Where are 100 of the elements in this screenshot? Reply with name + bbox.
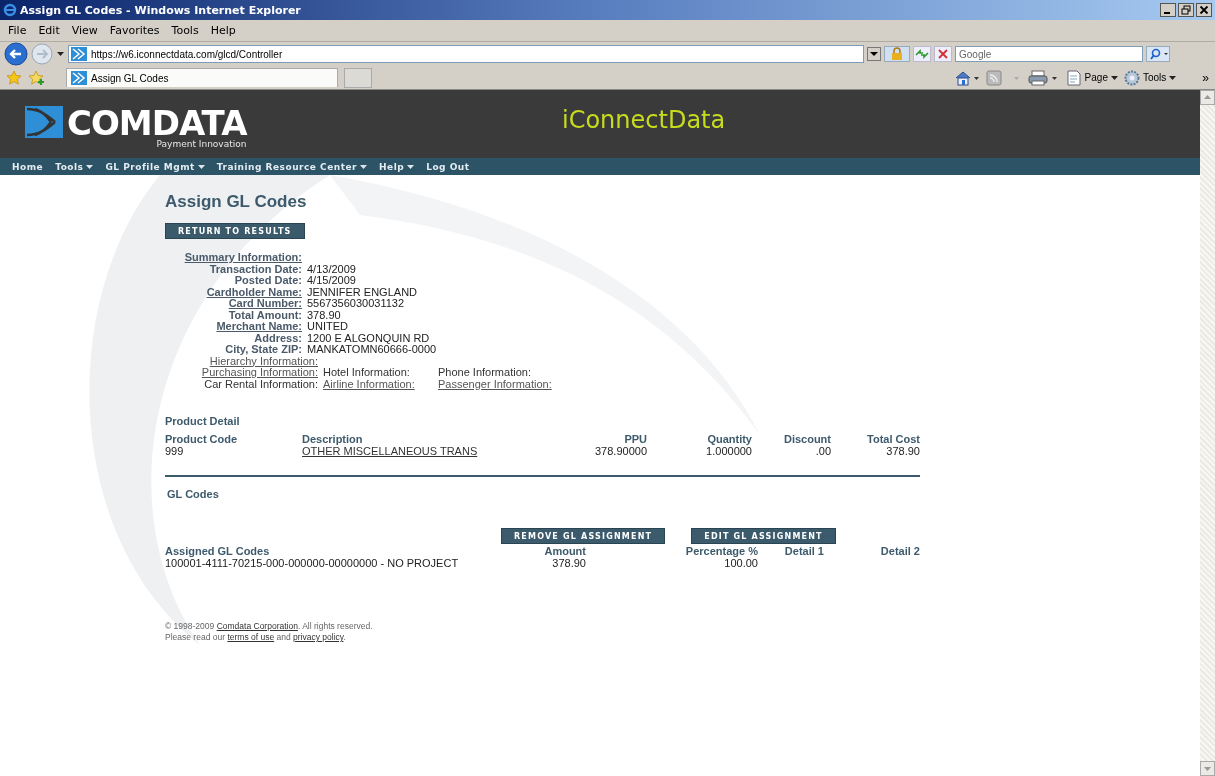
copyright-text: © 1998-2009 Comdata Corporation. All rights reserved. bbox=[165, 621, 374, 632]
table-cell-text: .00 bbox=[814, 445, 831, 457]
table-cell-text: 378.90000 bbox=[594, 445, 647, 457]
page-title: Assign GL Codes bbox=[165, 192, 308, 212]
field-value: UNITED bbox=[307, 321, 349, 333]
scroll-up-icon[interactable] bbox=[1200, 90, 1215, 105]
page-icon bbox=[1065, 69, 1082, 86]
caret-icon bbox=[360, 164, 368, 169]
menu-item[interactable]: View bbox=[65, 24, 104, 37]
column-header: PPU bbox=[623, 433, 647, 445]
column-header: Product Code bbox=[165, 433, 239, 445]
print-icon[interactable] bbox=[1027, 69, 1060, 86]
column-header: Description bbox=[302, 433, 364, 445]
scrollbar[interactable] bbox=[1200, 90, 1215, 776]
info-label: Phone Information: bbox=[438, 367, 532, 379]
logo-mark-icon bbox=[25, 106, 63, 138]
restore-icon[interactable] bbox=[1178, 3, 1194, 17]
field-value: 378.90 bbox=[307, 309, 342, 321]
field-link[interactable]: Card Number: bbox=[228, 298, 302, 310]
menu-item[interactable]: Favorites bbox=[103, 24, 166, 37]
column-header: Detail 2 bbox=[879, 545, 920, 557]
search-icon[interactable] bbox=[1146, 46, 1170, 62]
info-label: Car Rental Information: bbox=[204, 378, 318, 390]
browser-tab[interactable]: Assign GL Codes bbox=[66, 68, 338, 87]
dropdown-icon[interactable] bbox=[867, 47, 881, 61]
table-cell-text: 1.000000 bbox=[705, 445, 752, 457]
field-link[interactable]: Merchant Name: bbox=[216, 321, 302, 333]
caret-icon bbox=[197, 164, 205, 169]
site-logo-icon bbox=[71, 71, 87, 85]
window-title: Assign GL Codes - Windows Internet Explorer bbox=[20, 3, 302, 17]
menu-item[interactable]: Edit bbox=[32, 24, 66, 37]
nav-item[interactable]: Home bbox=[12, 161, 44, 172]
field-label: City, State ZIP: bbox=[225, 344, 302, 356]
field-value: 4/15/2009 bbox=[307, 275, 357, 287]
edit-button[interactable]: EDIT GL ASSIGNMENT bbox=[691, 528, 836, 544]
menu-item[interactable]: Tools bbox=[165, 24, 205, 37]
column-header: Total Cost bbox=[866, 433, 920, 445]
page-menu[interactable]: Page bbox=[1065, 69, 1118, 86]
caret-icon bbox=[1110, 75, 1118, 80]
brand-name: COMDATA bbox=[67, 106, 247, 140]
info-link[interactable]: Airline Information: bbox=[323, 378, 433, 390]
info-link[interactable]: Purchasing Information: bbox=[201, 367, 318, 379]
menu-item[interactable]: File bbox=[2, 24, 33, 37]
column-header: Quantity bbox=[706, 433, 752, 445]
field-value: JENNIFER ENGLAND bbox=[307, 286, 419, 298]
dropdown-icon[interactable] bbox=[56, 51, 65, 57]
field-link[interactable]: Cardholder Name: bbox=[206, 286, 302, 298]
table-cell-text: 378.90 bbox=[885, 445, 920, 457]
info-link[interactable]: Passenger Information: bbox=[438, 378, 565, 390]
table-cell-text: 100.00 bbox=[723, 557, 758, 569]
return-button[interactable]: RETURN TO RESULTS bbox=[165, 223, 305, 239]
footer-link[interactable]: Comdata Corporation bbox=[216, 621, 298, 631]
column-header: Discount bbox=[782, 433, 831, 445]
field-label: Total Amount: bbox=[228, 309, 302, 321]
remove-button[interactable]: REMOVE GL ASSIGNMENT bbox=[501, 528, 666, 544]
star-icon[interactable] bbox=[6, 69, 22, 86]
summary-link[interactable]: Summary Information: bbox=[184, 252, 302, 264]
nav-item[interactable]: Training Resource Center bbox=[216, 161, 368, 172]
search-field[interactable]: Google bbox=[955, 46, 1143, 62]
caret-icon bbox=[86, 164, 94, 169]
field-value: 1200 E ALGONQUIN RD bbox=[307, 332, 431, 344]
table-cell-text: 100001-4111-70215-000-000000-00000000 - NO PROJECT bbox=[165, 557, 460, 569]
footer-link[interactable]: terms of use bbox=[227, 632, 275, 642]
column-header: Percentage % bbox=[684, 545, 758, 557]
stop-icon[interactable] bbox=[934, 46, 952, 62]
footer-text: Please read our terms of use and privacy policy. bbox=[165, 632, 347, 643]
add-favorite-icon[interactable] bbox=[28, 69, 46, 86]
info-label: Hotel Information: bbox=[323, 367, 411, 379]
caret-icon bbox=[1169, 75, 1177, 80]
gear-icon bbox=[1123, 69, 1140, 86]
table-cell-text: 378.90 bbox=[551, 557, 586, 569]
back-icon[interactable] bbox=[4, 42, 28, 66]
minimize-icon[interactable] bbox=[1160, 3, 1176, 17]
address-field[interactable]: https://w6.iconnectdata.com/glcd/Controller bbox=[68, 45, 864, 63]
nav-item[interactable]: GL Profile Mgmt bbox=[105, 161, 205, 172]
info-link[interactable]: Hierarchy Information: bbox=[209, 355, 318, 367]
field-value: 4/13/2009 bbox=[307, 263, 357, 275]
table-cell-text: 999 bbox=[165, 445, 185, 457]
menu-item[interactable]: Help bbox=[204, 24, 242, 37]
nav-item[interactable]: Help bbox=[379, 161, 415, 172]
site-logo-icon bbox=[71, 47, 87, 61]
app-title: iConnectData bbox=[561, 105, 726, 134]
tools-menu[interactable]: Tools bbox=[1123, 69, 1177, 86]
tagline: Payment Innovation bbox=[156, 139, 247, 149]
column-header: Detail 1 bbox=[783, 545, 824, 557]
refresh-icon[interactable] bbox=[913, 46, 931, 62]
field-value: 5567356030031132 bbox=[307, 298, 406, 310]
more-button[interactable]: » bbox=[1202, 70, 1209, 85]
section-heading: Product Detail bbox=[165, 415, 241, 427]
home-icon[interactable] bbox=[953, 69, 980, 86]
description-link[interactable]: OTHER MISCELLANEOUS TRANS bbox=[302, 445, 532, 457]
column-header: Amount bbox=[543, 545, 586, 557]
nav-item[interactable]: Tools bbox=[55, 161, 94, 172]
column-header: Assigned GL Codes bbox=[165, 545, 271, 557]
scroll-down-icon[interactable] bbox=[1200, 761, 1215, 776]
section-heading: GL Codes bbox=[166, 488, 220, 500]
browser-icon bbox=[3, 3, 17, 17]
field-label: Posted Date: bbox=[234, 275, 302, 287]
nav-item[interactable]: Log Out bbox=[426, 161, 470, 172]
close-icon[interactable] bbox=[1196, 3, 1212, 17]
